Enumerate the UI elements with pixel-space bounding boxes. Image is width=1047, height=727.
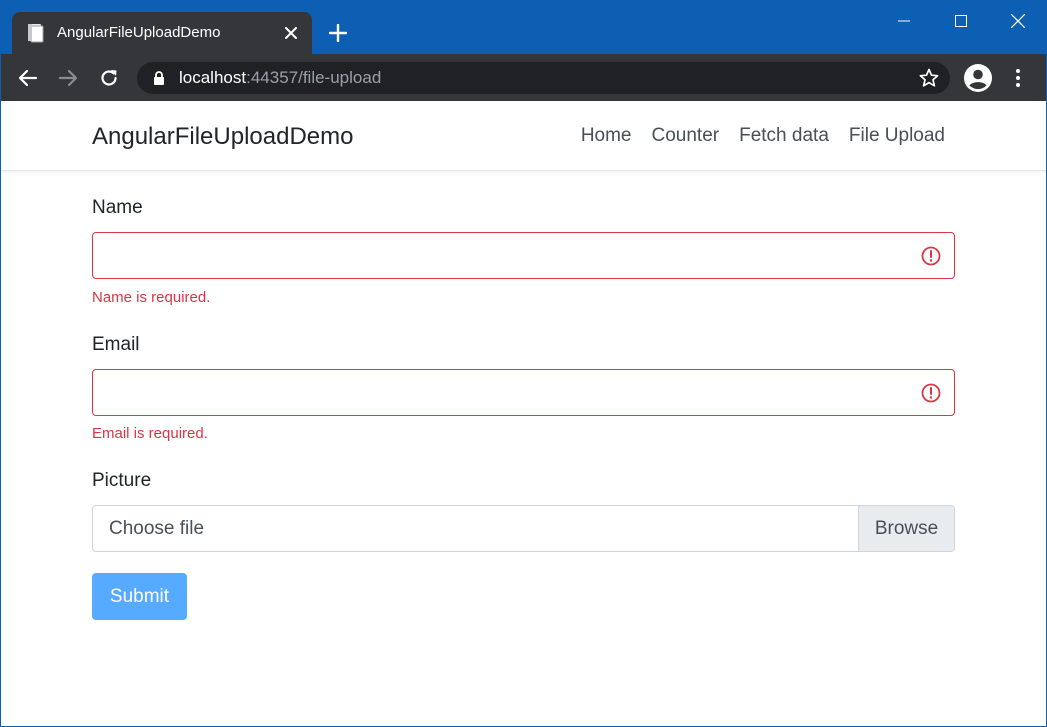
page-favicon-icon bbox=[26, 23, 46, 43]
browser-toolbar: localhost:44357/file-upload bbox=[1, 54, 1046, 101]
lock-icon[interactable] bbox=[151, 70, 167, 86]
name-error-text: Name is required. bbox=[92, 289, 211, 306]
address-bar[interactable]: localhost:44357/file-upload bbox=[137, 62, 950, 94]
picture-file-input[interactable]: Choose file Browse bbox=[92, 505, 955, 552]
email-invalid-icon bbox=[921, 383, 941, 403]
file-placeholder: Choose file bbox=[109, 518, 205, 539]
email-error-text: Email is required. bbox=[92, 425, 208, 442]
reload-icon[interactable] bbox=[97, 66, 121, 90]
brand-link[interactable]: AngularFileUploadDemo bbox=[92, 123, 353, 151]
nav-link-file-upload[interactable]: File Upload bbox=[849, 125, 945, 147]
email-label: Email bbox=[92, 334, 140, 355]
nav-links: Home Counter Fetch data File Upload bbox=[581, 125, 945, 147]
nav-link-fetch-data[interactable]: Fetch data bbox=[739, 125, 829, 147]
new-tab-icon[interactable] bbox=[326, 21, 350, 45]
picture-label: Picture bbox=[92, 470, 152, 491]
nav-link-counter[interactable]: Counter bbox=[652, 125, 720, 147]
title-bar: AngularFileUploadDemo bbox=[1, 1, 1046, 54]
url-host: localhost bbox=[179, 68, 247, 87]
back-arrow-icon[interactable] bbox=[16, 66, 40, 90]
nav-link-home[interactable]: Home bbox=[581, 125, 632, 147]
maximize-icon[interactable] bbox=[932, 1, 989, 41]
url-path: :44357/file-upload bbox=[246, 68, 382, 87]
close-window-icon[interactable] bbox=[989, 1, 1046, 41]
browse-button[interactable]: Browse bbox=[858, 506, 954, 551]
name-label: Name bbox=[92, 197, 143, 218]
window-controls bbox=[875, 1, 1046, 41]
submit-button[interactable]: Submit bbox=[92, 573, 187, 620]
close-tab-icon[interactable] bbox=[280, 22, 302, 44]
page-content: AngularFileUploadDemo Home Counter Fetch… bbox=[1, 101, 1046, 726]
name-invalid-icon bbox=[921, 246, 941, 266]
browser-window: AngularFileUploadDemo localhost:44357/fi… bbox=[1, 1, 1046, 726]
app-navbar: AngularFileUploadDemo Home Counter Fetch… bbox=[1, 101, 1046, 171]
bookmark-star-icon[interactable] bbox=[918, 67, 940, 89]
browser-tab[interactable]: AngularFileUploadDemo bbox=[12, 12, 312, 54]
url-text: localhost:44357/file-upload bbox=[179, 68, 381, 88]
profile-avatar-icon[interactable] bbox=[963, 63, 993, 93]
more-menu-icon[interactable] bbox=[1006, 66, 1030, 90]
forward-arrow-icon[interactable] bbox=[56, 66, 80, 90]
tab-title: AngularFileUploadDemo bbox=[57, 24, 221, 41]
minimize-icon[interactable] bbox=[875, 1, 932, 41]
name-input[interactable] bbox=[92, 232, 955, 279]
email-input[interactable] bbox=[92, 369, 955, 416]
